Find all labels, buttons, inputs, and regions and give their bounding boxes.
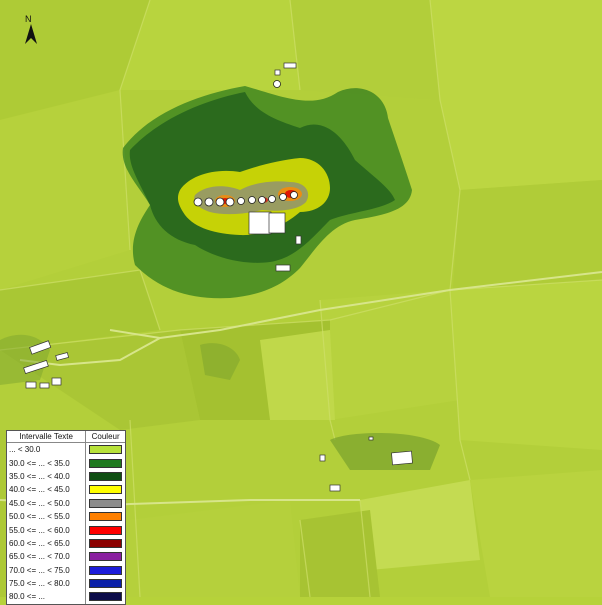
legend-row: ... < 30.0 — [7, 442, 125, 457]
legend-color-swatch — [89, 565, 122, 575]
legend-row-color — [86, 564, 125, 577]
building — [39, 382, 50, 389]
turbine-marker — [215, 197, 225, 207]
legend-row: 40.0 <= ... < 45.0 — [7, 483, 125, 497]
legend-table: Intervalle Texte Couleur ... < 30.0 30.0 … — [7, 431, 125, 604]
north-label: N — [25, 14, 32, 24]
legend-row-color — [86, 497, 125, 510]
turbine-marker — [258, 196, 266, 204]
legend-row-label: 60.0 <= ... < 65.0 — [7, 536, 87, 551]
legend-color-swatch — [89, 552, 122, 562]
legend-row-color — [86, 523, 125, 536]
building — [295, 235, 302, 245]
building — [268, 212, 286, 234]
turbine-marker — [268, 195, 276, 203]
legend-color-swatch — [89, 538, 122, 548]
turbine-marker — [225, 197, 235, 207]
building — [329, 484, 341, 492]
legend-row-label: 50.0 <= ... < 55.0 — [7, 509, 87, 524]
legend-row: 65.0 <= ... < 70.0 — [7, 550, 125, 564]
legend-row-label: 65.0 <= ... < 70.0 — [7, 550, 87, 564]
building — [368, 436, 374, 441]
turbine-marker — [237, 197, 245, 205]
building — [319, 454, 326, 462]
legend-row-label: 35.0 <= ... < 40.0 — [7, 469, 87, 484]
legend-row: 70.0 <= ... < 75.0 — [7, 563, 125, 577]
legend-color-swatch — [89, 471, 122, 481]
building — [275, 264, 291, 272]
legend-row-label: 40.0 <= ... < 45.0 — [7, 483, 87, 497]
turbine-marker — [248, 196, 256, 204]
legend-row: 35.0 <= ... < 40.0 — [7, 469, 125, 484]
legend: Intervalle Texte Couleur ... < 30.0 30.0 … — [6, 430, 126, 605]
legend-row: 30.0 <= ... < 35.0 — [7, 456, 125, 470]
building — [25, 381, 37, 389]
building — [283, 62, 297, 69]
legend-color-swatch — [89, 579, 122, 589]
legend-color-swatch — [89, 445, 122, 455]
legend-color-swatch — [89, 498, 122, 508]
building — [391, 450, 413, 466]
legend-row: 50.0 <= ... < 55.0 — [7, 509, 125, 524]
legend-row-color — [86, 577, 125, 590]
legend-row-color — [86, 550, 125, 563]
turbine-marker — [273, 80, 281, 88]
legend-row-label: 45.0 <= ... < 50.0 — [7, 496, 87, 510]
building — [51, 377, 62, 386]
legend-row-label: 30.0 <= ... < 35.0 — [7, 456, 87, 470]
turbine-marker — [204, 197, 214, 207]
legend-color-swatch — [89, 458, 122, 468]
legend-row: 45.0 <= ... < 50.0 — [7, 496, 125, 510]
turbine-marker — [193, 197, 203, 207]
legend-row-label: 55.0 <= ... < 60.0 — [7, 523, 87, 537]
legend-row-color — [86, 456, 125, 469]
building — [248, 211, 272, 235]
legend-row-color — [86, 510, 125, 523]
legend-row-color — [86, 483, 125, 496]
legend-header-color: Couleur — [85, 431, 125, 443]
building — [274, 69, 281, 76]
turbine-marker — [279, 193, 287, 201]
legend-row: 60.0 <= ... < 65.0 — [7, 536, 125, 551]
legend-row-color — [86, 537, 125, 550]
legend-row-label: 75.0 <= ... < 80.0 — [7, 576, 87, 591]
legend-header-interval: Intervalle Texte — [7, 431, 87, 443]
legend-row: 75.0 <= ... < 80.0 — [7, 576, 125, 591]
legend-color-swatch — [89, 485, 122, 495]
legend-row-label: ... < 30.0 — [7, 442, 87, 457]
legend-color-swatch — [89, 525, 122, 535]
legend-row-color — [86, 443, 125, 457]
legend-row: 55.0 <= ... < 60.0 — [7, 523, 125, 537]
turbine-marker — [290, 191, 298, 199]
legend-color-swatch — [89, 512, 122, 522]
legend-row-label: 70.0 <= ... < 75.0 — [7, 563, 87, 577]
legend-row-color — [86, 470, 125, 483]
